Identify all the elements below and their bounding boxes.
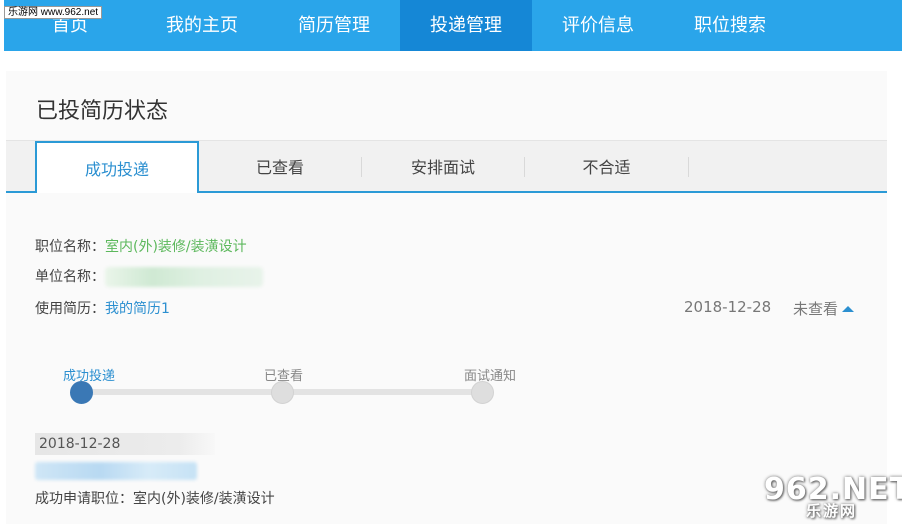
log-date: 2018-12-28 [35, 433, 215, 455]
site-watermark: 乐游网 www.962.net [4, 6, 103, 19]
status-tabs: 成功投递 已查看 安排面试 不合适 [6, 141, 887, 193]
page-title: 已投简历状态 [36, 99, 169, 124]
resume-row: 使用简历：我的简历1 [35, 298, 170, 318]
step-label-interview: 面试通知 [464, 369, 517, 384]
view-status-text: 未查看 [793, 300, 839, 318]
site-logo-watermark: 962.NET 乐游网 [762, 472, 902, 522]
step-label-delivered: 成功投递 [63, 369, 116, 384]
view-status-toggle[interactable]: 未查看 [793, 298, 855, 319]
nav-item-application-management[interactable]: 投递管理 [400, 0, 532, 51]
company-row: 单位名称： [35, 266, 263, 287]
nav-item-resume-management[interactable]: 简历管理 [268, 0, 400, 51]
nav-item-job-search[interactable]: 职位搜索 [664, 0, 796, 51]
tab-unsuitable[interactable]: 不合适 [525, 141, 688, 191]
nav-item-my-homepage[interactable]: 我的主页 [136, 0, 268, 51]
tab-viewed[interactable]: 已查看 [199, 141, 361, 191]
top-navbar: 首页 我的主页 简历管理 投递管理 评价信息 职位搜索 [4, 0, 902, 51]
tab-delivered[interactable]: 成功投递 [35, 141, 199, 193]
resume-status-panel: 已投简历状态 成功投递 已查看 安排面试 不合适 职位名称：室内(外)装修/装潢… [6, 71, 887, 524]
tab-interview[interactable]: 安排面试 [362, 141, 524, 191]
logo-subtext: 乐游网 [806, 502, 858, 520]
step-dot-interview [471, 381, 494, 404]
company-name-blurred[interactable] [105, 267, 263, 287]
log-description: 成功申请职位：室内(外)装修/装潢设计 [35, 491, 275, 507]
company-label: 单位名称： [35, 269, 105, 285]
log-company-blurred [35, 462, 197, 480]
resume-link[interactable]: 我的简历1 [105, 301, 170, 317]
position-row: 职位名称：室内(外)装修/装潢设计 [35, 236, 247, 256]
caret-up-icon [842, 306, 855, 312]
tab-separator [688, 157, 689, 177]
nav-item-reviews[interactable]: 评价信息 [532, 0, 664, 51]
application-date: 2018-12-28 [684, 298, 772, 316]
position-label: 职位名称： [35, 239, 105, 255]
position-link[interactable]: 室内(外)装修/装潢设计 [105, 239, 247, 255]
step-dot-delivered [70, 381, 93, 404]
resume-label: 使用简历： [35, 301, 105, 317]
step-dot-viewed [271, 381, 294, 404]
